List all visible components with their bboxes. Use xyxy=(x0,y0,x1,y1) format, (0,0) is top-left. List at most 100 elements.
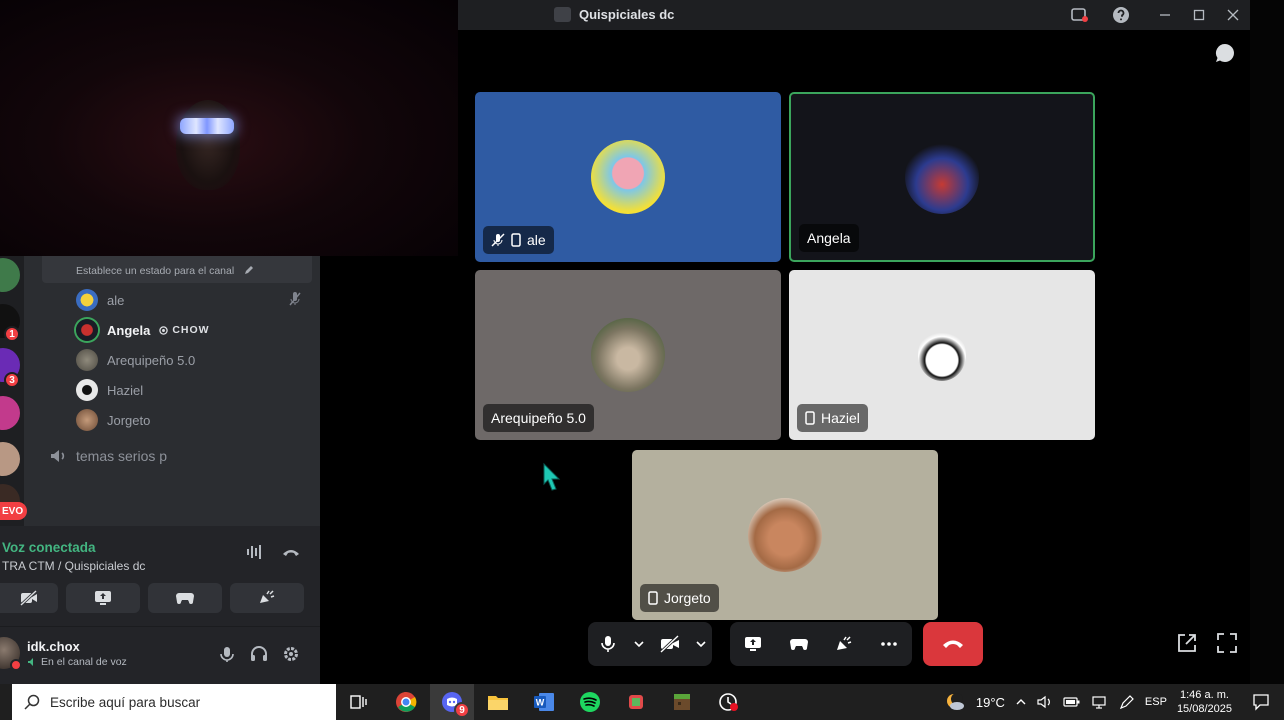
disconnect-icon[interactable] xyxy=(282,544,300,560)
server-icon[interactable] xyxy=(0,442,20,476)
hangup-button[interactable] xyxy=(923,622,983,666)
video-tile[interactable]: Haziel xyxy=(789,270,1095,440)
call-actions xyxy=(730,622,912,666)
soundboard-button[interactable] xyxy=(821,622,866,666)
chevron-down-icon xyxy=(634,641,644,648)
help-button[interactable] xyxy=(1104,6,1138,24)
search-placeholder: Escribe aquí para buscar xyxy=(50,694,201,710)
video-tile-speaking[interactable]: Angela xyxy=(789,92,1095,262)
webcam-face xyxy=(176,100,240,190)
user-status-text: En el canal de voz xyxy=(41,656,127,668)
server-icon[interactable] xyxy=(0,258,20,292)
camera-toggle-button[interactable] xyxy=(0,583,58,613)
volume-icon[interactable] xyxy=(1037,695,1053,709)
username[interactable]: idk.chox xyxy=(27,639,80,654)
app-icon[interactable] xyxy=(614,684,658,720)
window-title-text: Quispiciales dc xyxy=(579,7,675,22)
weather-temp[interactable]: 19°C xyxy=(976,695,1005,710)
input-language[interactable]: ESP xyxy=(1145,696,1167,708)
voice-connection-panel: Voz conectada TRA CTM / Quispiciales dc xyxy=(0,526,320,626)
participant-avatar xyxy=(748,498,822,572)
more-button[interactable] xyxy=(866,622,912,666)
channel-member[interactable]: Angela CHOW xyxy=(76,318,308,342)
task-view-icon xyxy=(350,695,367,709)
minimize-icon xyxy=(1160,14,1170,16)
video-tile[interactable]: ale xyxy=(475,92,781,262)
minecraft-app[interactable] xyxy=(660,684,704,720)
discord-app[interactable]: 9 xyxy=(430,684,474,720)
headphones-icon[interactable] xyxy=(250,645,268,663)
word-app[interactable]: W xyxy=(522,684,566,720)
notifications-icon[interactable] xyxy=(1252,693,1270,711)
channel-member[interactable]: Haziel xyxy=(76,378,308,402)
clock-date: 15/08/2025 xyxy=(1176,703,1232,715)
soundboard-button[interactable] xyxy=(230,583,304,613)
voice-channel-item[interactable]: temas serios p xyxy=(50,448,167,464)
fullscreen-icon[interactable] xyxy=(1216,632,1238,654)
server-rail: 1 3 xyxy=(0,256,24,526)
minimize-button[interactable] xyxy=(1148,9,1182,21)
pen-icon[interactable] xyxy=(1119,694,1135,710)
video-tile[interactable]: Arequipeño 5.0 xyxy=(475,270,781,440)
maximize-button[interactable] xyxy=(1182,9,1216,21)
svg-text:W: W xyxy=(536,698,545,708)
webcam-overlay xyxy=(0,0,458,256)
network-icon[interactable] xyxy=(1091,695,1109,709)
weather-icon[interactable] xyxy=(944,691,966,713)
taskbar-search[interactable]: Escribe aquí para buscar xyxy=(12,684,336,720)
voice-channel-header[interactable]: Establece un estado para el canal xyxy=(42,256,312,283)
channel-status[interactable]: Establece un estado para el canal xyxy=(76,265,234,277)
mobile-icon xyxy=(648,591,658,605)
user-avatar[interactable] xyxy=(0,637,22,671)
battery-icon[interactable] xyxy=(1063,695,1081,709)
notification-badge: 3 xyxy=(4,372,20,388)
channel-member[interactable]: ale xyxy=(76,288,308,312)
close-button[interactable] xyxy=(1216,9,1250,21)
activity-button[interactable] xyxy=(776,622,821,666)
mic-icon[interactable] xyxy=(218,645,236,663)
speaker-icon xyxy=(28,658,33,666)
avatar xyxy=(76,379,98,401)
channel-member[interactable]: Arequipeño 5.0 xyxy=(76,348,308,372)
mic-options-button[interactable] xyxy=(628,622,650,666)
spotify-app[interactable] xyxy=(568,684,612,720)
inbox-icon xyxy=(1071,8,1088,22)
participant-name: ale xyxy=(527,232,546,248)
mic-button[interactable] xyxy=(588,622,628,666)
activity-button[interactable] xyxy=(148,583,222,613)
server-icon[interactable] xyxy=(0,396,20,430)
channel-member[interactable]: Jorgeto xyxy=(76,408,308,432)
screen-share-button[interactable] xyxy=(730,622,776,666)
gear-icon[interactable] xyxy=(282,645,300,663)
recorder-app[interactable] xyxy=(706,684,750,720)
search-icon xyxy=(24,694,40,710)
voice-server-name[interactable]: TRA CTM / Quispiciales dc xyxy=(2,559,145,573)
tag-icon xyxy=(159,325,169,335)
file-explorer-app[interactable] xyxy=(476,684,520,720)
screen-share-button[interactable] xyxy=(66,583,140,613)
clock[interactable]: 1:46 a. m. 15/08/2025 xyxy=(1177,688,1232,716)
popout-icon[interactable] xyxy=(1176,632,1198,654)
user-panel: idk.chox En el canal de voz xyxy=(0,626,320,684)
minecraft-icon xyxy=(674,694,690,710)
video-tile[interactable]: Jorgeto xyxy=(632,450,938,620)
clock-time: 1:46 a. m. xyxy=(1180,689,1229,701)
chevron-up-icon[interactable] xyxy=(1015,696,1027,708)
title-bar: Quispiciales dc xyxy=(458,0,1250,30)
inbox-button[interactable] xyxy=(1062,7,1096,23)
camera-options-button[interactable] xyxy=(690,622,712,666)
noise-suppression-icon[interactable] xyxy=(246,544,264,560)
participant-label: Jorgeto xyxy=(640,584,719,612)
camera-button[interactable] xyxy=(650,622,690,666)
task-view-button[interactable] xyxy=(336,684,380,720)
voice-connected-title[interactable]: Voz conectada xyxy=(2,540,96,555)
mobile-icon xyxy=(805,411,815,425)
member-name: Jorgeto xyxy=(107,412,151,428)
discord-badge: 9 xyxy=(454,702,470,718)
chat-button[interactable] xyxy=(1214,42,1236,69)
discord-sidebar: 1 3 EVO Establece un estado para el cana… xyxy=(0,256,320,684)
participant-name: Haziel xyxy=(821,410,860,426)
chevron-down-icon xyxy=(696,641,706,648)
chrome-app[interactable] xyxy=(384,684,428,720)
camera-off-icon xyxy=(659,635,680,653)
